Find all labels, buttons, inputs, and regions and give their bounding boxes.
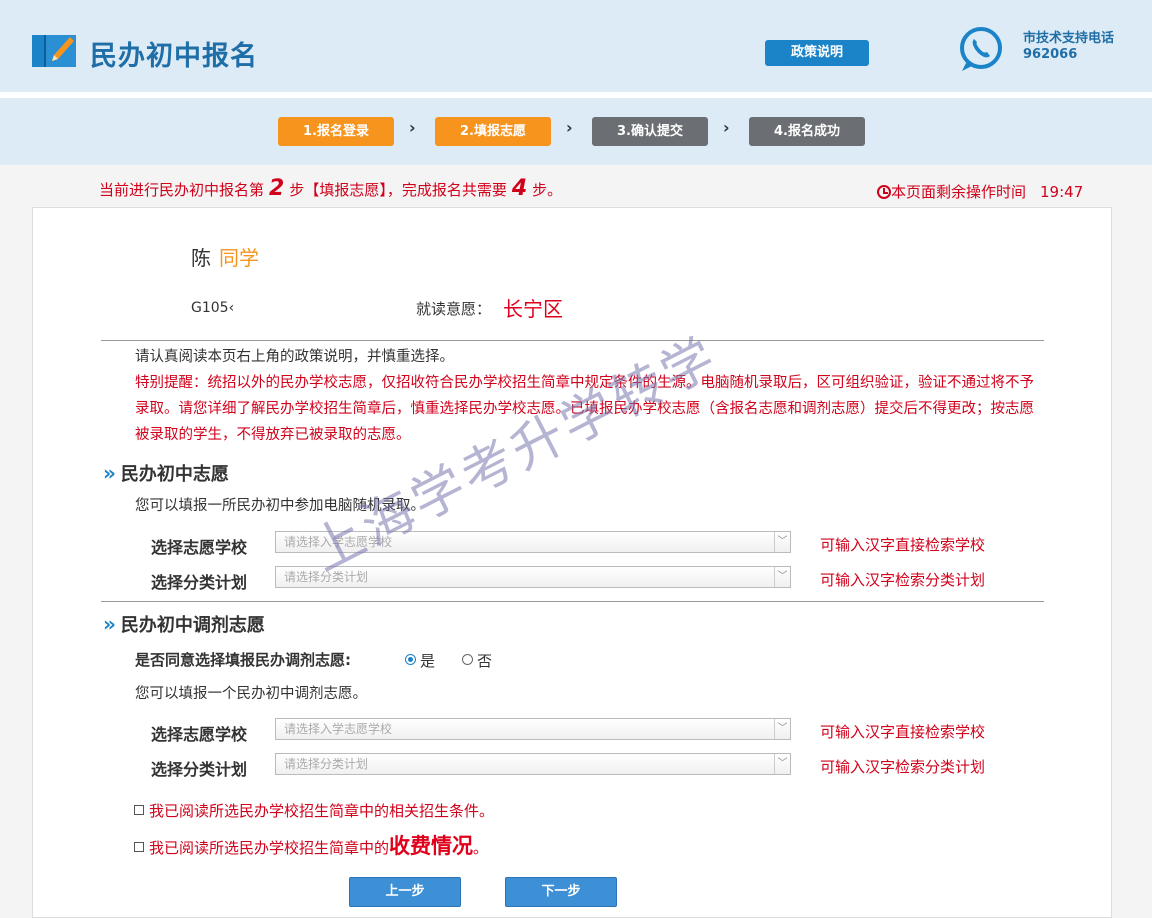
total-steps-number: 4	[511, 176, 528, 201]
adj-school-label: 选择志愿学校	[151, 725, 248, 744]
clock-icon	[877, 185, 891, 199]
plan-select[interactable]: 请选择分类计划 ﹀	[275, 566, 791, 588]
main-panel: 陈同学 G105‹ 就读意愿： 长宁区 请认真阅读本页右上角的政策说明，并慎重选…	[32, 207, 1112, 918]
section-title-private-school: » 民办初中志愿	[103, 461, 229, 485]
warning-note: 特别提醒：统招以外的民办学校志愿，仅招收符合民办学校招生简章中规定条件的生源。电…	[135, 375, 1034, 443]
radio-unselected-icon[interactable]	[462, 654, 473, 665]
section-title-adjustment: » 民办初中调剂志愿	[103, 612, 265, 636]
policy-button[interactable]: 政策说明	[765, 40, 869, 66]
step-3: 3.确认提交	[592, 117, 708, 146]
adjustment-question: 是否同意选择填报民办调剂志愿:	[135, 651, 352, 669]
student-suffix: 同学	[219, 246, 259, 270]
dropdown-arrow-icon[interactable]: ﹀	[774, 567, 790, 587]
adj-school-search-hint: 可输入汉字直接检索学校	[820, 723, 986, 741]
plan-search-hint: 可输入汉字检索分类计划	[820, 571, 986, 589]
double-chevron-icon: »	[103, 461, 116, 485]
radio-no[interactable]: 否	[462, 650, 492, 671]
checkbox-icon[interactable]	[134, 805, 144, 815]
divider	[101, 601, 1044, 602]
steps-bar: 1.报名登录 › 2.填报志愿 › 3.确认提交 › 4.报名成功	[0, 98, 1152, 165]
progress-middle: 步【填报志愿】，完成报名共需要	[289, 181, 507, 199]
progress-text: 当前进行民办初中报名第 2 步【填报志愿】，完成报名共需要 4 步。	[99, 176, 562, 201]
school-search-hint: 可输入汉字直接检索学校	[820, 536, 986, 554]
step-2: 2.填报志愿	[435, 117, 551, 146]
instruction-note: 请认真阅读本页右上角的政策说明，并慎重选择。	[135, 349, 454, 365]
adj-school-select-placeholder: 请选择入学志愿学校	[284, 722, 393, 736]
notebook-pencil-icon	[32, 35, 76, 67]
app-title: 民办初中报名	[90, 41, 258, 72]
adj-plan-label: 选择分类计划	[151, 760, 248, 779]
progress-prefix: 当前进行民办初中报名第	[99, 181, 265, 199]
double-chevron-icon: »	[103, 612, 116, 636]
step-1: 1.报名登录	[278, 117, 394, 146]
checkbox-icon[interactable]	[134, 842, 144, 852]
dropdown-arrow-icon[interactable]: ﹀	[774, 754, 790, 774]
adj-plan-select[interactable]: 请选择分类计划 ﹀	[275, 753, 791, 775]
student-name: 陈同学	[191, 242, 259, 271]
adj-plan-search-hint: 可输入汉字检索分类计划	[820, 758, 986, 776]
section-description: 您可以填报一个民办初中调剂志愿。	[135, 686, 367, 702]
chevron-right-icon: ›	[409, 118, 416, 137]
adj-plan-select-placeholder: 请选择分类计划	[284, 757, 369, 771]
chevron-right-icon: ›	[566, 118, 573, 137]
support-label: 市技术支持电话	[1023, 31, 1115, 46]
student-id: G105‹	[191, 300, 235, 316]
confirm-conditions-checkbox[interactable]: 我已阅读所选民办学校招生简章中的相关招生条件。	[134, 800, 494, 821]
dropdown-arrow-icon[interactable]: ﹀	[774, 719, 790, 739]
current-step-number: 2	[269, 176, 285, 201]
intent-value: 长宁区	[503, 297, 563, 321]
countdown-timer: 本页面剩余操作时间 19:47	[877, 181, 1083, 202]
school-label: 选择志愿学校	[151, 538, 248, 557]
step-4: 4.报名成功	[749, 117, 865, 146]
radio-selected-icon[interactable]	[405, 654, 416, 665]
timer-value: 19:47	[1040, 183, 1084, 201]
prev-step-button[interactable]: 上一步	[349, 877, 461, 907]
intent-label: 就读意愿：	[416, 300, 492, 318]
school-select-placeholder: 请选择入学志愿学校	[284, 535, 393, 549]
support-number: 962066	[1023, 47, 1078, 62]
phone-support-icon	[960, 27, 1002, 71]
confirm-fees-checkbox[interactable]: 我已阅读所选民办学校招生简章中的收费情况。	[134, 830, 488, 860]
dropdown-arrow-icon[interactable]: ﹀	[774, 532, 790, 552]
adj-school-select[interactable]: 请选择入学志愿学校 ﹀	[275, 718, 791, 740]
radio-yes[interactable]: 是	[405, 650, 435, 671]
chevron-right-icon: ›	[723, 118, 730, 137]
progress-suffix: 步。	[532, 181, 563, 199]
timer-label: 本页面剩余操作时间	[891, 183, 1027, 201]
header: 民办初中报名 政策说明 市技术支持电话 962066	[0, 0, 1152, 92]
school-select[interactable]: 请选择入学志愿学校 ﹀	[275, 531, 791, 553]
student-surname: 陈	[191, 246, 211, 270]
plan-select-placeholder: 请选择分类计划	[284, 570, 369, 584]
section-description: 您可以填报一所民办初中参加电脑随机录取。	[135, 498, 425, 514]
divider	[101, 340, 1044, 341]
next-step-button[interactable]: 下一步	[505, 877, 617, 907]
plan-label: 选择分类计划	[151, 573, 248, 592]
